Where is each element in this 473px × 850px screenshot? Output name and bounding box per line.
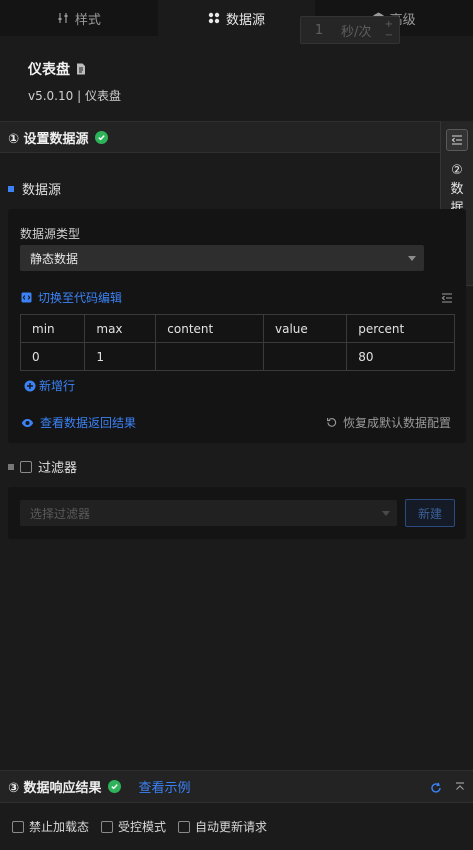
disable-loading-checkbox[interactable] <box>12 820 24 833</box>
component-version: v5.0.10 | 仪表盘 <box>28 89 121 103</box>
disable-loading-label: 禁止加载态 <box>29 820 90 834</box>
minus-icon[interactable]: − <box>385 30 393 41</box>
auto-refresh-checkbox[interactable] <box>178 820 191 833</box>
datasource-label: 数据源 <box>8 179 61 198</box>
add-row-button[interactable]: 新增行 <box>24 377 75 394</box>
filter-label: 过滤器 <box>8 457 77 476</box>
stepper-arrows[interactable]: + − <box>385 19 393 41</box>
square-bullet-icon <box>8 463 14 470</box>
new-filter-button[interactable]: 新建 <box>405 499 455 527</box>
response-options: 禁止加载态 受控模式 自动更新请求 <box>0 803 473 850</box>
filter-label-text: 过滤器 <box>38 461 78 476</box>
table-cell[interactable] <box>262 342 348 371</box>
table-cell[interactable]: 1 <box>84 342 157 371</box>
table-cell[interactable]: 80 <box>346 342 455 371</box>
disable-loading-option[interactable]: 禁止加载态 <box>12 818 89 835</box>
component-title-text: 仪表盘 <box>28 62 70 78</box>
square-bullet-icon <box>8 185 14 192</box>
table-header-row: min max content value percent <box>19 314 455 343</box>
section-datasource-title: ① 设置数据源 <box>8 131 89 147</box>
undo-icon <box>327 418 337 427</box>
refresh-interval-stepper[interactable]: 1 秒/次 + − <box>300 16 400 44</box>
table-cell[interactable] <box>155 342 264 371</box>
controlled-mode-label: 受控模式 <box>118 820 167 834</box>
table-header-cell: value <box>262 314 348 343</box>
controlled-mode-checkbox[interactable] <box>101 820 114 833</box>
switch-code-link[interactable]: 切换至代码编辑 <box>21 289 122 306</box>
tab-style[interactable]: 样式 <box>0 0 158 36</box>
collapse-up-icon[interactable] <box>455 782 465 792</box>
interval-value[interactable]: 1 <box>301 23 337 38</box>
eye-icon <box>21 418 34 427</box>
caret-down-icon <box>408 256 416 261</box>
caret-down-icon <box>382 511 390 516</box>
interval-unit: 秒/次 <box>341 24 372 40</box>
view-result-text: 查看数据返回结果 <box>40 416 137 430</box>
switch-code-text: 切换至代码编辑 <box>38 291 123 305</box>
document-icon[interactable] <box>76 63 86 75</box>
top-tabs: 样式 数据源 高级 <box>0 0 473 36</box>
table-cell[interactable]: 0 <box>19 342 86 371</box>
data-table: min max content value percent 0 1 80 <box>19 314 455 371</box>
check-circle-icon <box>107 780 121 793</box>
restore-default-text: 恢复成默认数据配置 <box>343 416 452 430</box>
code-icon <box>21 292 32 303</box>
table-header-cell: content <box>155 314 264 343</box>
auto-refresh-label: 自动更新请求 <box>195 820 268 834</box>
component-title: 仪表盘 <box>28 59 86 79</box>
collapse-icon[interactable] <box>446 129 468 151</box>
section-response-header: ③ 数据响应结果 查看示例 <box>0 770 473 803</box>
controlled-mode-option[interactable]: 受控模式 <box>101 818 166 835</box>
datasource-card: 数据源类型 静态数据 切换至代码编辑 min max content value… <box>8 209 466 443</box>
auto-refresh-option[interactable]: 自动更新请求 <box>178 818 267 835</box>
add-row-text: 新增行 <box>39 379 76 393</box>
datasource-label-text: 数据源 <box>22 183 62 198</box>
restore-default-link[interactable]: 恢复成默认数据配置 <box>326 414 451 431</box>
datasource-type-select[interactable]: 静态数据 <box>20 245 424 271</box>
table-header-cell: percent <box>346 314 455 343</box>
section-datasource-header: ① 设置数据源 <box>0 121 473 153</box>
tab-datasource[interactable]: 数据源 <box>157 0 316 36</box>
plus-circle-icon <box>24 380 36 391</box>
tab-style-label: 样式 <box>74 12 101 28</box>
collapse-list-icon[interactable] <box>441 293 453 303</box>
sliders-icon <box>58 13 68 23</box>
filter-select-placeholder: 选择过滤器 <box>30 506 91 521</box>
table-row: 0 1 80 <box>19 342 455 371</box>
table-header-cell: max <box>84 314 157 343</box>
filter-select[interactable]: 选择过滤器 <box>20 500 397 526</box>
refresh-icon[interactable] <box>430 782 442 794</box>
datasource-type-label: 数据源类型 <box>20 227 81 241</box>
grid-dots-icon <box>208 12 220 24</box>
plus-icon[interactable]: + <box>385 19 393 30</box>
view-result-link[interactable]: 查看数据返回结果 <box>21 414 136 431</box>
table-header-cell: min <box>19 314 86 343</box>
view-example-link[interactable]: 查看示例 <box>139 777 191 796</box>
tab-datasource-label: 数据源 <box>226 12 266 28</box>
section-response-title: ③ 数据响应结果 <box>8 781 102 796</box>
check-circle-icon <box>94 130 108 144</box>
filter-checkbox[interactable] <box>20 460 32 473</box>
filter-card: 选择过滤器 新建 <box>8 487 466 539</box>
datasource-type-value: 静态数据 <box>30 251 79 266</box>
